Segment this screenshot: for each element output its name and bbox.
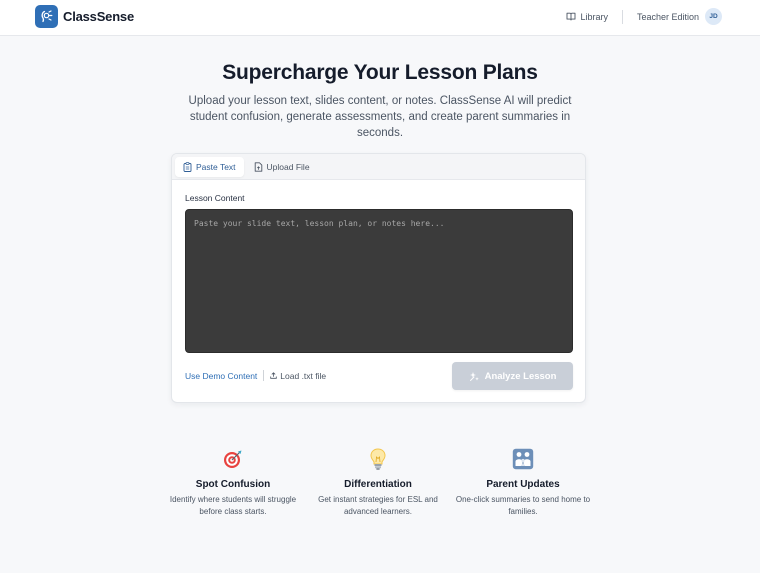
input-tabs: Paste Text Upload File (172, 154, 585, 180)
library-link[interactable]: Library (566, 12, 608, 22)
feature-description: Get instant strategies for ESL and advan… (318, 495, 438, 516)
tab-upload-file-label: Upload File (266, 161, 310, 172)
nav-right: Library Teacher Edition JD (566, 6, 722, 27)
clipboard-icon (183, 161, 192, 172)
sparkles-icon (469, 371, 479, 381)
card-footer-links: Use Demo Content Load .txt file (185, 370, 326, 381)
use-demo-content-link[interactable]: Use Demo Content (185, 371, 257, 381)
nav-divider (621, 9, 623, 24)
file-upload-icon (254, 161, 262, 172)
lesson-content-textarea[interactable] (185, 209, 573, 353)
lesson-input-card: Paste Text Upload File Lesson Content Us… (171, 153, 586, 403)
family-icon (448, 447, 598, 471)
tab-paste-text-label: Paste Text (196, 161, 236, 172)
analyze-lesson-button[interactable]: Analyze Lesson (452, 362, 573, 390)
tab-paste-text[interactable]: Paste Text (175, 156, 244, 177)
feature-parent-updates: Parent Updates One-click summaries to se… (448, 447, 598, 517)
feature-title: Parent Updates (486, 479, 560, 490)
brand[interactable]: ClassSense (35, 5, 134, 28)
footer-divider (263, 370, 265, 381)
top-navbar: ClassSense Library Teacher Edition JD (0, 0, 760, 36)
book-icon (566, 12, 576, 21)
lightbulb-icon (303, 447, 453, 471)
library-label: Library (580, 11, 608, 22)
feature-title: Spot Confusion (195, 479, 271, 490)
feature-title: Differentiation (344, 479, 412, 490)
upload-icon (270, 372, 277, 379)
target-icon (158, 447, 308, 471)
feature-description: Identify where students will struggle be… (169, 495, 297, 516)
brand-name: ClassSense (63, 9, 134, 24)
lesson-content-label: Lesson Content (185, 193, 245, 203)
tab-upload-file[interactable]: Upload File (246, 157, 318, 177)
page-title: Supercharge Your Lesson Plans (222, 61, 538, 84)
feature-differentiation: Differentiation Get instant strategies f… (303, 447, 453, 517)
feature-spot-confusion: Spot Confusion Identify where students w… (158, 447, 308, 517)
load-txt-file-label: Load .txt file (280, 370, 327, 381)
page-subtitle: Upload your lesson text, slides content,… (188, 95, 572, 139)
analyze-lesson-label: Analyze Lesson (484, 370, 557, 382)
feature-description: One-click summaries to send home to fami… (455, 495, 591, 516)
edition-label: Teacher Edition (636, 11, 699, 22)
avatar[interactable]: JD (705, 8, 722, 25)
load-txt-file-link[interactable]: Load .txt file (270, 371, 326, 381)
brand-logo-icon (35, 5, 58, 28)
